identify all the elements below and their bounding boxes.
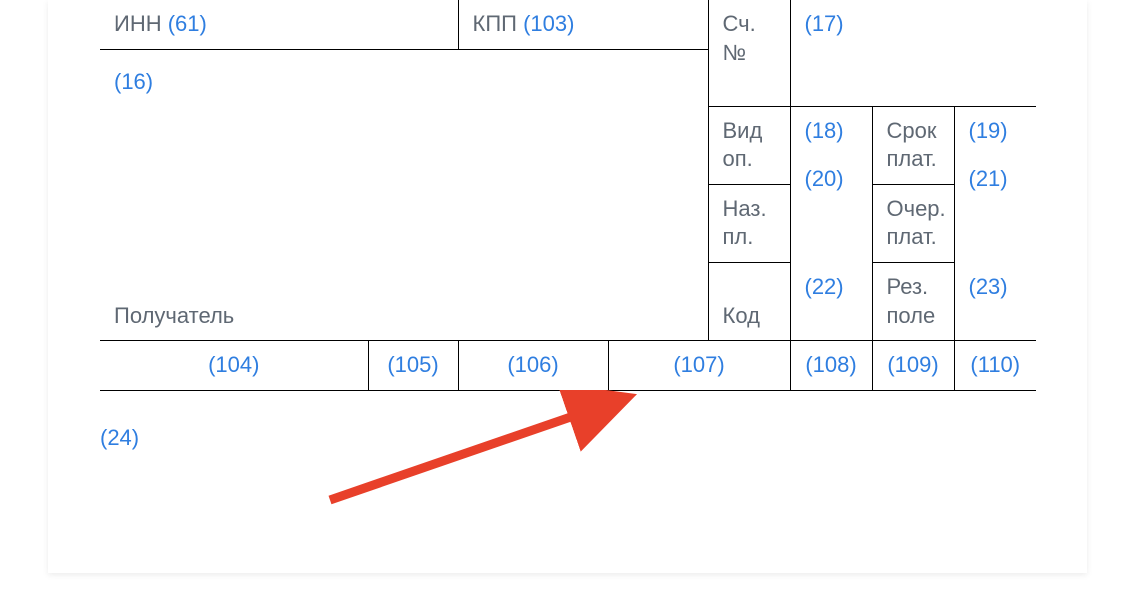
cell-106: (106) bbox=[458, 341, 608, 391]
cell-ref16: (16) bbox=[100, 49, 708, 106]
cell-ref23: (23) bbox=[954, 263, 1036, 341]
cell-rez: Рез. поле bbox=[872, 263, 954, 341]
kpp-ref: (103) bbox=[523, 11, 574, 36]
srok-label: Срок плат. bbox=[887, 118, 937, 172]
cell-recipient: Получатель bbox=[100, 263, 708, 341]
inn-label: ИНН bbox=[114, 11, 162, 36]
cell-ref19-21: (19) (21) bbox=[954, 106, 1036, 262]
cell-104: (104) bbox=[100, 341, 368, 391]
cell-kpp: КПП (103) bbox=[458, 0, 708, 49]
payment-order-fragment: ИНН (61) КПП (103) Сч. № (17) (16) Вид о… bbox=[100, 0, 1020, 391]
footer-ref: (24) bbox=[100, 425, 139, 451]
nazpl-label: Наз. пл. bbox=[723, 196, 767, 250]
form-table: ИНН (61) КПП (103) Сч. № (17) (16) Вид о… bbox=[100, 0, 1036, 391]
recipient-label: Получатель bbox=[114, 303, 234, 328]
cell-109: (109) bbox=[872, 341, 954, 391]
cell-empty-mid bbox=[100, 106, 708, 262]
cell-vidop: Вид оп. bbox=[708, 106, 790, 184]
cell-inn: ИНН (61) bbox=[100, 0, 458, 49]
cell-110: (110) bbox=[954, 341, 1036, 391]
sch-label: Сч. № bbox=[723, 11, 756, 65]
kod-label: Код bbox=[723, 303, 760, 328]
cell-ocher: Очер. плат. bbox=[872, 184, 954, 262]
kpp-label: КПП bbox=[473, 11, 517, 36]
cell-105: (105) bbox=[368, 341, 458, 391]
ref-110: (110) bbox=[970, 352, 1020, 377]
ref-109: (109) bbox=[887, 352, 938, 377]
sch-ref: (17) bbox=[805, 11, 844, 36]
rez-label: Рез. поле bbox=[887, 274, 936, 328]
cell-kod: Код bbox=[708, 263, 790, 341]
inn-ref: (61) bbox=[168, 11, 207, 36]
ref-24: (24) bbox=[100, 425, 139, 450]
cell-ref22: (22) bbox=[790, 263, 872, 341]
pointer-arrow-icon bbox=[320, 390, 650, 510]
ref-23: (23) bbox=[969, 274, 1008, 299]
ref-105: (105) bbox=[387, 352, 438, 377]
ref-20: (20) bbox=[805, 166, 844, 191]
ref-16: (16) bbox=[114, 69, 153, 94]
ref-18: (18) bbox=[805, 118, 844, 143]
cell-nazpl: Наз. пл. bbox=[708, 184, 790, 262]
cell-srok: Срок плат. bbox=[872, 106, 954, 184]
ref-21: (21) bbox=[969, 166, 1008, 191]
ref-19: (19) bbox=[969, 118, 1008, 143]
ref-22: (22) bbox=[805, 274, 844, 299]
cell-ref18-20: (18) (20) bbox=[790, 106, 872, 262]
cell-108: (108) bbox=[790, 341, 872, 391]
ref-104: (104) bbox=[208, 352, 259, 377]
ref-106: (106) bbox=[507, 352, 558, 377]
ref-108: (108) bbox=[805, 352, 856, 377]
vidop-label: Вид оп. bbox=[723, 118, 763, 172]
cell-sch-label: Сч. № bbox=[708, 0, 790, 106]
cell-107: (107) bbox=[608, 341, 790, 391]
ocher-label: Очер. плат. bbox=[887, 196, 946, 250]
cell-sch-ref: (17) bbox=[790, 0, 1036, 106]
ref-107: (107) bbox=[673, 352, 724, 377]
